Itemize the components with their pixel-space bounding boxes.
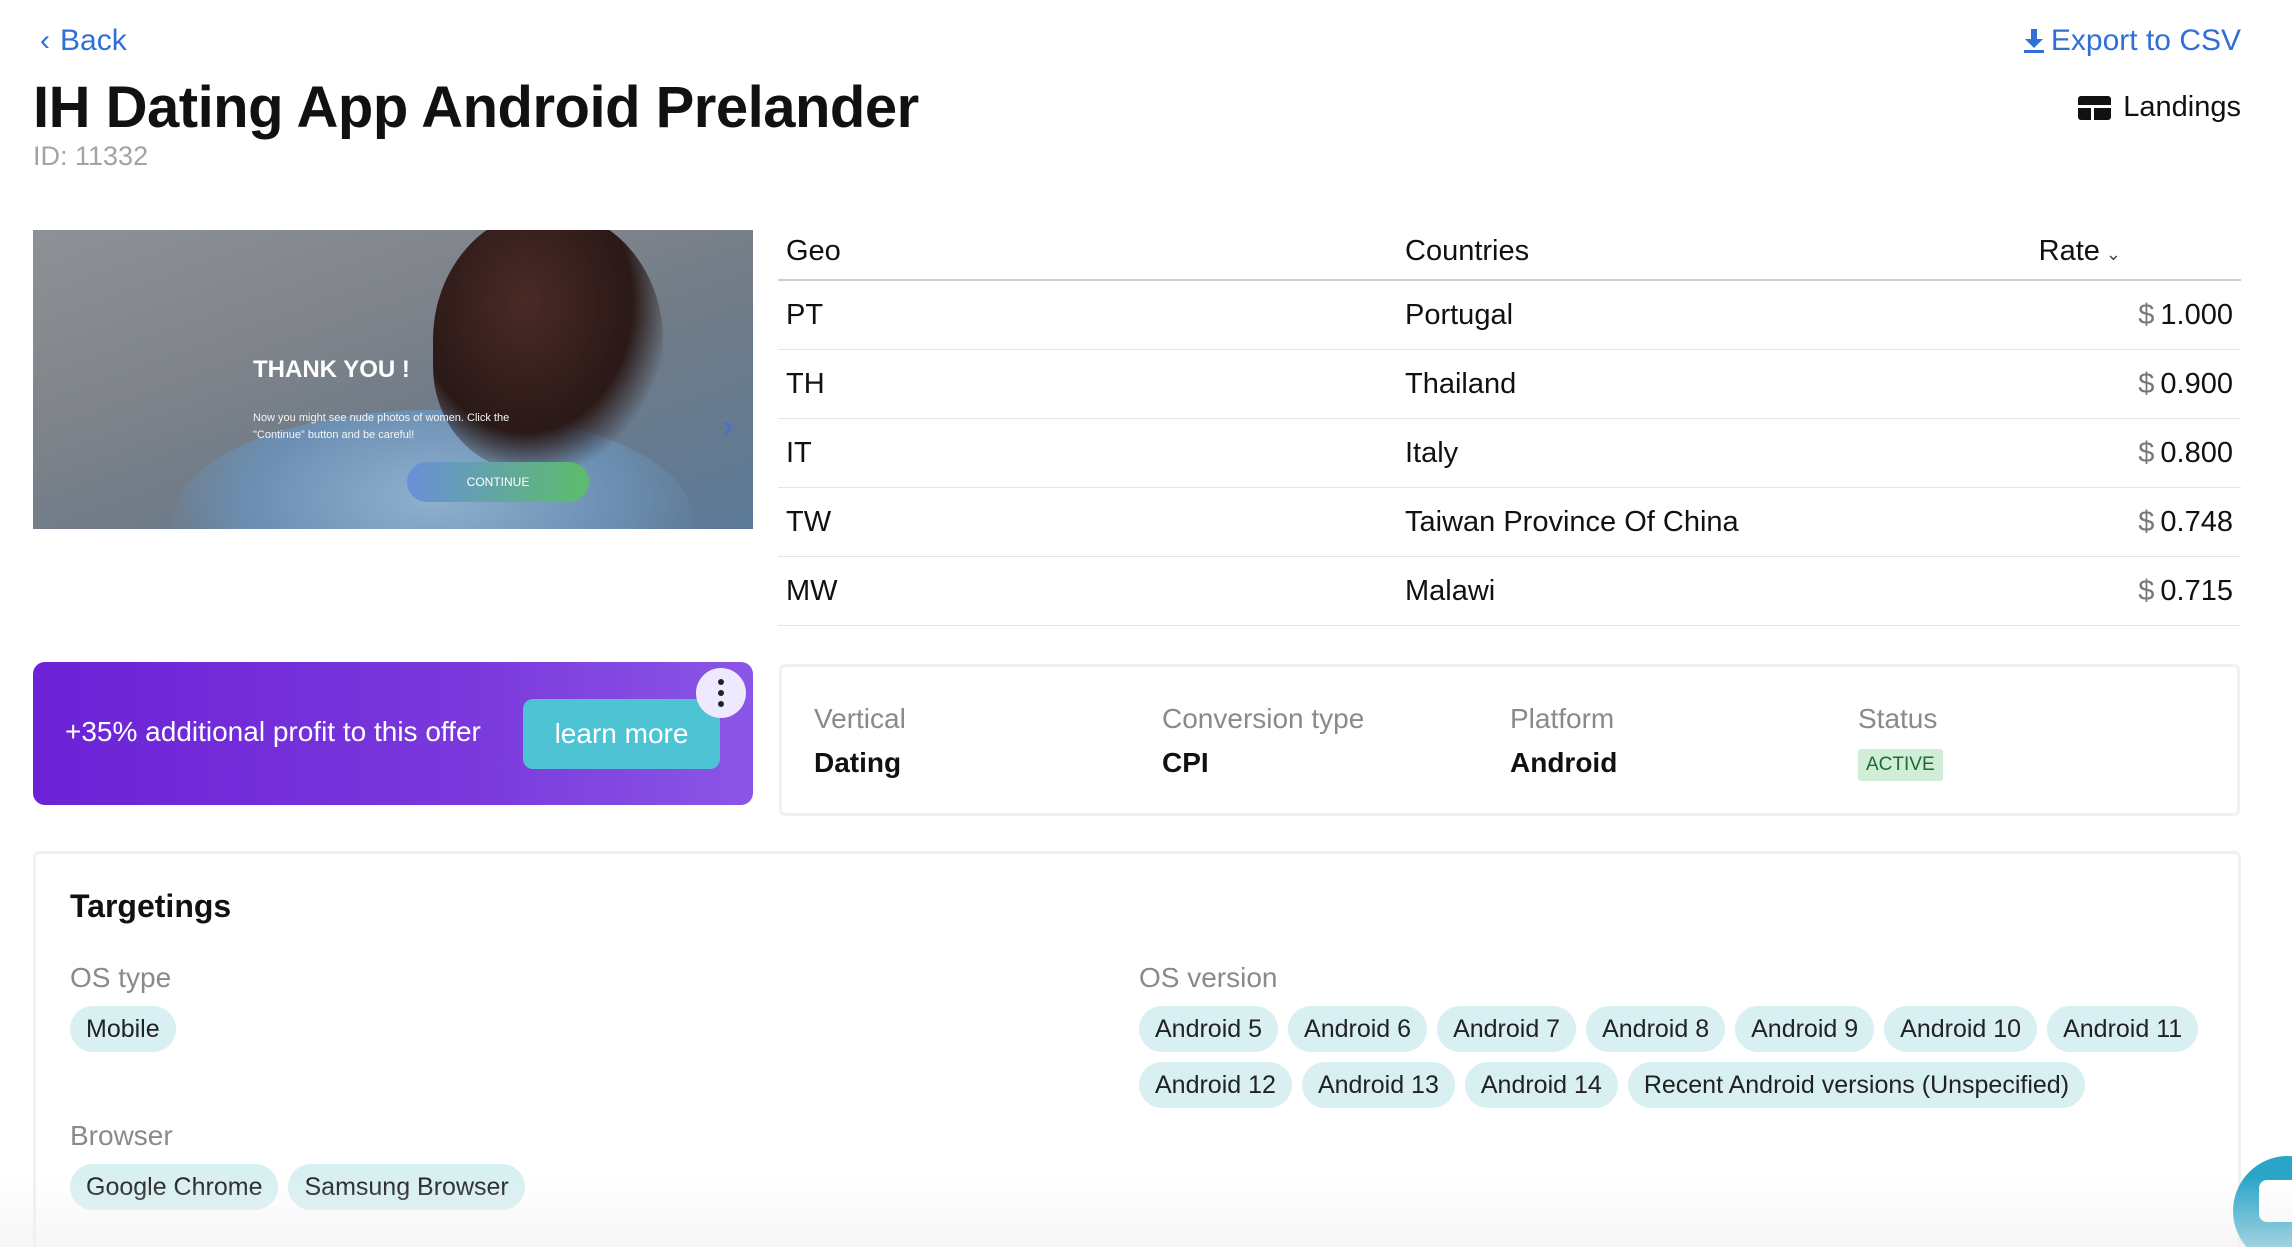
country-name: Italy	[1405, 436, 1459, 469]
learn-more-button[interactable]: learn more	[523, 699, 720, 769]
os-version-chip: Android 10	[1884, 1006, 2038, 1052]
rate-amount: 1.000	[2160, 298, 2233, 331]
os-type-section: OS type Mobile	[70, 962, 176, 1052]
browser-section: Browser Google Chrome Samsung Browser	[70, 1120, 525, 1210]
rate-header[interactable]: Rate ⌄	[1941, 235, 2241, 268]
table-row: TH Thailand $0.900	[778, 350, 2241, 419]
promo-text: +35% additional profit to this offer	[65, 716, 481, 747]
chat-icon[interactable]	[2233, 1156, 2292, 1247]
conversion-type-value: CPI	[1162, 747, 1209, 778]
vertical-value: Dating	[814, 747, 902, 778]
os-version-chip: Android 5	[1139, 1006, 1279, 1052]
geo-code: IT	[786, 436, 812, 469]
geo-code: MW	[786, 574, 838, 607]
vertical-label: Vertical	[814, 703, 906, 734]
chevron-left-icon: ‹	[40, 24, 50, 57]
os-version-chip: Android 12	[1139, 1062, 1292, 1108]
rate-value: $0.900	[1941, 368, 2241, 401]
browser-chip: Google Chrome	[70, 1164, 279, 1210]
landings-label: Landings	[2123, 91, 2241, 123]
os-version-label: OS version	[1139, 962, 1278, 993]
os-version-chip: Recent Android versions (Unspecified)	[1627, 1062, 2086, 1108]
currency: $	[2138, 505, 2155, 538]
os-version-chip: Android 7	[1437, 1006, 1577, 1052]
rate-amount: 0.715	[2160, 574, 2233, 607]
table-row: TW Taiwan Province Of China $0.748	[778, 488, 2241, 557]
landings-icon	[2078, 95, 2112, 120]
page-title: IH Dating App Android Prelander	[33, 75, 919, 140]
browser-label: Browser	[70, 1120, 173, 1151]
rate-amount: 0.800	[2160, 436, 2233, 469]
targetings-title: Targetings	[70, 888, 232, 924]
export-csv-link[interactable]: Export to CSV	[2023, 24, 2241, 58]
rate-amount: 0.748	[2160, 505, 2233, 538]
geo-header: Geo	[786, 235, 841, 267]
os-type-chip: Mobile	[70, 1006, 176, 1052]
os-version-chip: Android 9	[1735, 1006, 1875, 1052]
currency: $	[2138, 298, 2155, 331]
os-version-chip: Android 11	[2047, 1006, 2199, 1052]
back-label: Back	[60, 24, 127, 57]
rate-value: $0.800	[1941, 437, 2241, 470]
rate-header-label: Rate	[2038, 235, 2100, 267]
os-version-chip: Android 13	[1301, 1062, 1455, 1108]
offer-info-card: Vertical Dating Conversion type CPI Plat…	[779, 664, 2240, 816]
preview-heading: THANK YOU !	[253, 356, 410, 383]
download-icon	[2023, 29, 2044, 53]
rate-value: $0.715	[1941, 575, 2241, 608]
os-version-chip: Android 14	[1464, 1062, 1618, 1108]
country-name: Taiwan Province Of China	[1405, 505, 1739, 538]
os-type-label: OS type	[70, 962, 172, 993]
countries-header: Countries	[1405, 235, 1530, 267]
browser-chip: Samsung Browser	[288, 1164, 525, 1210]
os-version-chip: Android 8	[1586, 1006, 1726, 1052]
landing-preview[interactable]: THANK YOU ! Now you might see nude photo…	[33, 230, 753, 529]
back-link[interactable]: ‹ Back	[40, 24, 127, 58]
geo-code: TW	[786, 505, 832, 538]
currency: $	[2138, 574, 2155, 607]
targetings-card: Targetings OS type Mobile OS version And…	[33, 851, 2241, 1247]
profit-promo-banner: +35% additional profit to this offer lea…	[33, 662, 753, 805]
sort-chevron-icon: ⌄	[2105, 244, 2121, 264]
table-header: Geo Countries Rate ⌄	[778, 224, 2241, 281]
platform-label: Platform	[1510, 703, 1615, 734]
preview-continue-button: CONTINUE	[407, 462, 589, 502]
currency: $	[2138, 436, 2155, 469]
geo-code: TH	[786, 367, 825, 400]
rate-amount: 0.900	[2160, 367, 2233, 400]
country-name: Portugal	[1405, 298, 1514, 331]
table-row: IT Italy $0.800	[778, 419, 2241, 488]
conversion-type-label: Conversion type	[1162, 703, 1365, 734]
rate-value: $1.000	[1941, 299, 2241, 332]
preview-text: Now you might see nude photos of women. …	[253, 412, 510, 441]
landings-button[interactable]: Landings	[2078, 91, 2241, 124]
table-row: PT Portugal $1.000	[778, 281, 2241, 350]
os-version-section: OS version Android 5 Android 6 Android 7…	[1139, 962, 2199, 1108]
vertical-field: Vertical Dating	[814, 703, 906, 779]
table-row: MW Malawi $0.715	[778, 557, 2241, 626]
status-field: Status ACTIVE	[1858, 703, 1943, 781]
status-badge: ACTIVE	[1858, 749, 1943, 781]
conversion-type-field: Conversion type CPI	[1162, 703, 1364, 779]
offer-id: ID: 11332	[33, 141, 149, 171]
rate-value: $0.748	[1941, 506, 2241, 539]
export-label: Export to CSV	[2050, 24, 2241, 57]
country-name: Malawi	[1405, 574, 1496, 607]
currency: $	[2138, 367, 2155, 400]
country-name: Thailand	[1405, 367, 1517, 400]
chevron-right-icon[interactable]: ›	[723, 410, 733, 444]
platform-value: Android	[1510, 747, 1618, 778]
status-label: Status	[1858, 703, 1938, 734]
os-version-chip: Android 6	[1288, 1006, 1428, 1052]
geo-code: PT	[786, 298, 824, 331]
platform-field: Platform Android	[1510, 703, 1617, 779]
geo-rates-table: Geo Countries Rate ⌄ PT Portugal $1.000 T…	[778, 224, 2241, 626]
kebab-menu-icon[interactable]	[696, 668, 746, 718]
